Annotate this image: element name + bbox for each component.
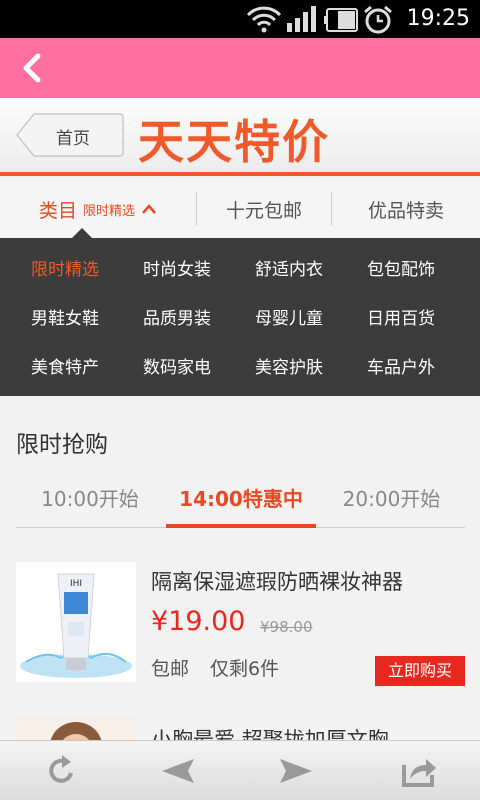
category-item[interactable]: 品质男装 [143, 295, 255, 344]
category-item[interactable]: 母婴儿童 [255, 295, 367, 344]
time-tab-active[interactable]: 14:00特惠中 [166, 474, 316, 528]
tab-category-label: 类目 [38, 199, 77, 222]
share-icon[interactable] [398, 753, 438, 789]
page-header: 首页 天天特价 [0, 98, 480, 176]
status-bar: 19:25 [0, 0, 480, 38]
time-tabs: 10:00开始 14:00特惠中 20:00开始 [16, 474, 465, 528]
home-button-label: 首页 [56, 129, 90, 149]
category-item[interactable]: 美容护肤 [255, 344, 367, 393]
forward-arrow-icon[interactable] [276, 753, 316, 789]
back-arrow-icon[interactable] [158, 753, 198, 789]
category-item[interactable]: 数码家电 [143, 344, 255, 393]
category-item[interactable]: 限时精选 [31, 246, 143, 295]
refresh-icon[interactable] [42, 753, 82, 789]
product-shipping: 包邮 [151, 658, 190, 680]
tab-category[interactable]: 类目 限时精选 [0, 180, 196, 238]
buy-now-button[interactable]: 立即购买 [375, 656, 465, 686]
category-panel: 限时精选 时尚女装 舒适内衣 包包配饰男鞋女鞋 品质男装 母婴儿童 日用百货美食特产 数码家电… [0, 238, 480, 396]
page-title: 天天特价 [138, 115, 330, 169]
product-stock: 仅剩6件 [210, 658, 280, 680]
tab-quality[interactable]: 优品特卖 [332, 180, 480, 238]
status-time: 19:25 [406, 6, 470, 31]
category-item[interactable]: 日用百货 [367, 295, 479, 344]
product-original-price: ¥98.00 [260, 618, 313, 636]
section-title: 限时抢购 [16, 432, 108, 458]
product-image[interactable]: IHI [16, 562, 136, 682]
category-item[interactable]: 男鞋女鞋 [31, 295, 143, 344]
wifi-icon [246, 6, 282, 33]
home-button[interactable]: 首页 [16, 113, 124, 157]
product-price: ¥19.00 [151, 606, 246, 637]
battery-icon [324, 8, 358, 32]
category-grid: 限时精选 时尚女装 舒适内衣 包包配饰男鞋女鞋 品质男装 母婴儿童 日用百货美食特产 数码家电… [0, 246, 480, 393]
tab-free-shipping-label: 十元包邮 [225, 199, 302, 222]
bottom-toolbar [0, 740, 480, 800]
signal-icon [287, 6, 316, 32]
category-item[interactable]: 舒适内衣 [255, 246, 367, 295]
category-item[interactable]: 车品户外 [367, 344, 479, 393]
time-tab[interactable]: 20:00开始 [318, 474, 465, 528]
time-tab[interactable]: 10:00开始 [16, 474, 164, 528]
alarm-icon [364, 5, 392, 34]
tab-divider [196, 192, 197, 226]
tab-free-shipping[interactable]: 十元包邮 [198, 180, 330, 238]
category-item[interactable]: 美食特产 [31, 344, 143, 393]
app-bar [0, 38, 480, 98]
chevron-left-icon[interactable] [14, 50, 50, 86]
tab-category-sub: 限时精选 [83, 203, 136, 219]
svg-text:IHI: IHI [70, 579, 82, 589]
category-item[interactable]: 时尚女装 [143, 246, 255, 295]
product-name[interactable]: 隔离保湿遮瑕防晒裸妆神器 [151, 566, 403, 596]
dropdown-caret [72, 228, 92, 238]
tab-quality-label: 优品特卖 [367, 199, 444, 222]
chevron-up-icon [142, 204, 156, 214]
product-card[interactable]: IHI 隔离保湿遮瑕防晒裸妆神器 ¥19.00 ¥98.00 包邮 仅剩6件 立… [16, 562, 465, 686]
category-item[interactable]: 包包配饰 [367, 246, 479, 295]
